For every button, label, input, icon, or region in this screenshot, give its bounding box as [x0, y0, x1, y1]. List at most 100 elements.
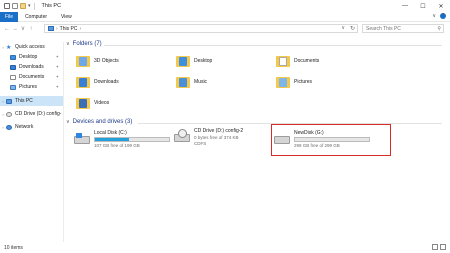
drive-free-space: 0 bytes free of 374 KB — [194, 135, 239, 140]
drives-group-header[interactable]: ∨ Devices and drives (3) — [66, 119, 132, 125]
new-document-icon[interactable] — [12, 3, 18, 9]
windows-drive-icon — [74, 133, 90, 145]
folder-music[interactable]: Music — [176, 76, 207, 88]
folder-3d-objects[interactable]: 3D Objects — [76, 55, 119, 67]
navigation-pane: › ★ Quick access Desktop ✦ Downloads ✦ D… — [0, 42, 64, 242]
minimize-button[interactable]: — — [396, 0, 414, 12]
status-bar: 10 items — [0, 242, 450, 253]
drive-cd-d[interactable]: CD Drive (D:) config-2 0 bytes free of 3… — [174, 128, 243, 146]
search-box[interactable]: ⚲ — [362, 24, 444, 33]
folder-pictures[interactable]: Pictures — [276, 76, 312, 88]
downloads-folder-icon — [76, 76, 90, 88]
customize-toolbar-chevron-icon[interactable]: ▾ — [28, 3, 31, 9]
sidebar-item-downloads[interactable]: Downloads ✦ — [0, 62, 63, 72]
sidebar-item-label: This PC — [15, 98, 33, 104]
drive-filesystem: CDFS — [194, 141, 207, 146]
properties-icon[interactable] — [4, 3, 10, 9]
drive-local-disk-c[interactable]: Local Disk (C:) 107 GB free of 199 GB — [74, 130, 170, 148]
address-bar[interactable]: › This PC › ∨ ↻ — [44, 24, 358, 33]
pin-icon: ✦ — [55, 64, 59, 69]
breadcrumb-chevron-icon[interactable]: › — [79, 26, 81, 32]
pin-icon: ✦ — [55, 54, 59, 59]
group-title: Folders (7) — [72, 41, 102, 47]
pin-icon: ✦ — [55, 74, 59, 79]
sidebar-item-label: Quick access — [15, 44, 45, 50]
window-title: This PC — [41, 3, 62, 9]
cd-drive-icon — [6, 111, 12, 117]
up-button[interactable]: ↑ — [27, 24, 35, 33]
breadcrumb-this-pc[interactable]: This PC — [60, 26, 78, 32]
downloads-icon — [10, 64, 16, 70]
network-icon — [6, 124, 12, 130]
documents-icon — [10, 74, 16, 80]
back-button[interactable]: ← — [3, 24, 11, 33]
sidebar-item-cd-drive[interactable]: › CD Drive (D:) config- — [0, 109, 63, 119]
breadcrumb-chevron-icon[interactable]: › — [56, 26, 58, 32]
sidebar-item-label: Documents — [19, 74, 45, 80]
address-history-chevron-icon[interactable]: ∨ — [341, 25, 345, 31]
computer-icon — [48, 26, 54, 31]
sidebar-item-label: Network — [15, 124, 34, 130]
maximize-button[interactable]: ☐ — [414, 0, 432, 12]
pictures-folder-icon — [276, 76, 290, 88]
folder-label: Downloads — [94, 79, 119, 85]
help-icon[interactable]: ? — [440, 13, 446, 19]
drive-usage-bar — [94, 137, 170, 142]
sidebar-item-label: Desktop — [19, 54, 38, 60]
expand-ribbon-chevron-icon[interactable]: ∨ — [432, 13, 436, 19]
search-input[interactable] — [366, 25, 434, 32]
search-icon: ⚲ — [437, 26, 441, 32]
sidebar-item-documents[interactable]: Documents ✦ — [0, 72, 63, 82]
annotation-highlight-box — [271, 124, 391, 156]
tab-view[interactable]: View — [54, 12, 79, 22]
folder-downloads[interactable]: Downloads — [76, 76, 119, 88]
drive-name: CD Drive (D:) config-2 — [194, 128, 244, 134]
drive-usage-fill — [95, 138, 130, 141]
navigation-bar: ← → ∨ ↑ › This PC › ∨ ↻ ⚲ — [0, 23, 450, 34]
sidebar-item-quick-access[interactable]: › ★ Quick access — [0, 42, 63, 52]
sidebar-item-this-pc[interactable]: › This PC — [0, 96, 63, 106]
content-pane: ∨ Folders (7) 3D Objects Desktop Documen… — [66, 38, 444, 243]
pin-icon: ✦ — [55, 84, 59, 89]
sidebar-item-desktop[interactable]: Desktop ✦ — [0, 52, 63, 62]
new-folder-icon[interactable] — [20, 3, 26, 9]
tab-computer[interactable]: Computer — [18, 12, 54, 22]
ribbon-right-controls: ∨ ? — [432, 13, 446, 19]
group-title: Devices and drives (3) — [72, 119, 133, 125]
desktop-folder-icon — [176, 55, 190, 67]
documents-folder-icon — [276, 55, 290, 67]
folder-label: Pictures — [294, 79, 313, 85]
folder-label: Music — [194, 79, 208, 85]
folder-videos[interactable]: Videos — [76, 97, 109, 109]
quick-access-toolbar: ▾ — [4, 2, 36, 10]
recent-locations-chevron-icon[interactable]: ∨ — [19, 24, 27, 33]
sidebar-item-pictures[interactable]: Pictures ✦ — [0, 82, 63, 92]
details-view-icon[interactable] — [432, 244, 438, 250]
forward-button[interactable]: → — [11, 24, 19, 33]
cd-drive-icon — [174, 129, 190, 143]
pictures-icon — [10, 84, 16, 90]
sidebar-item-label: CD Drive (D:) config- — [15, 111, 62, 117]
videos-folder-icon — [76, 97, 90, 109]
star-icon: ★ — [6, 44, 12, 51]
folders-group-header[interactable]: ∨ Folders (7) — [66, 41, 102, 47]
folder-desktop[interactable]: Desktop — [176, 55, 212, 67]
folder-label: Desktop — [194, 58, 213, 64]
folder-label: Documents — [294, 58, 320, 64]
large-icons-view-icon[interactable] — [440, 244, 446, 250]
ribbon-tabs: File Computer View ∨ ? — [0, 11, 450, 22]
3d-objects-folder-icon — [76, 55, 90, 67]
collapse-chevron-icon[interactable]: ∨ — [66, 41, 70, 47]
drive-free-space: 107 GB free of 199 GB — [94, 143, 140, 148]
view-toggle — [432, 244, 446, 250]
folder-label: Videos — [94, 100, 110, 106]
tab-file[interactable]: File — [0, 11, 19, 22]
drive-name: Local Disk (C:) — [94, 130, 127, 136]
sidebar-item-network[interactable]: › Network — [0, 122, 63, 132]
folder-documents[interactable]: Documents — [276, 55, 319, 67]
close-button[interactable]: ✕ — [432, 0, 450, 12]
collapse-chevron-icon[interactable]: ∨ — [66, 119, 70, 125]
sidebar-item-label: Downloads — [19, 64, 44, 70]
refresh-icon[interactable]: ↻ — [350, 25, 355, 32]
item-count: 10 items — [4, 244, 23, 251]
